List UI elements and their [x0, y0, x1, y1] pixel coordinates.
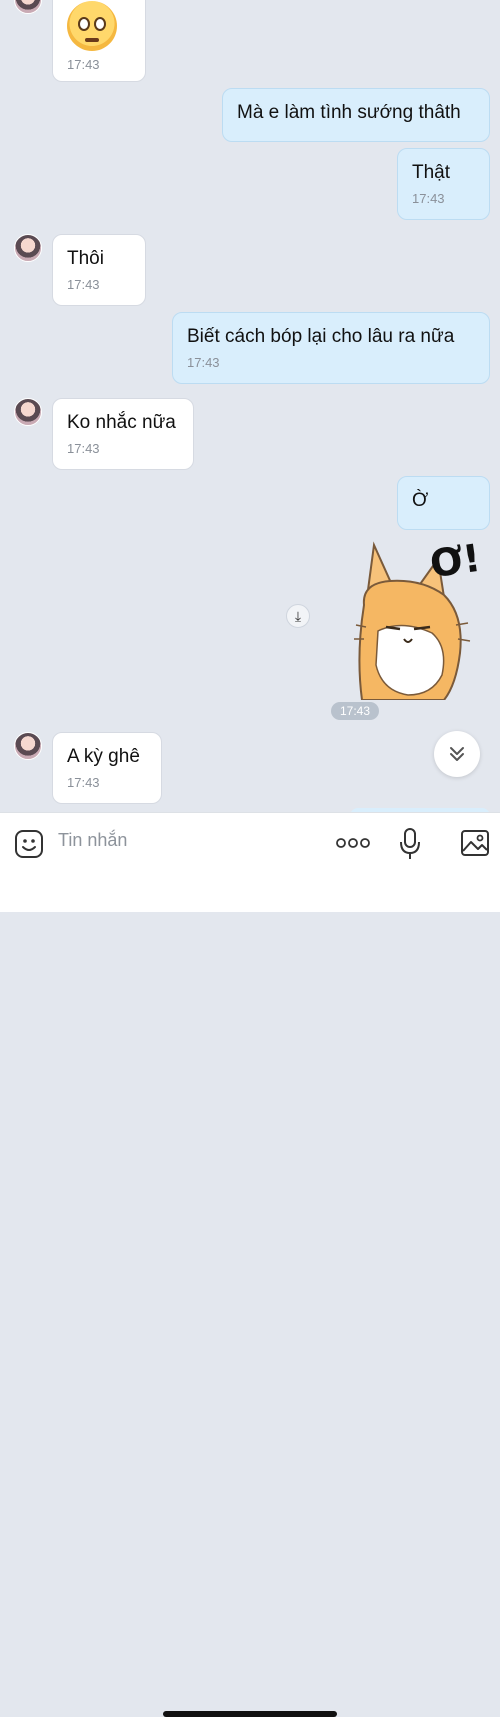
message-text: Thật — [412, 162, 451, 183]
message-text: Ko nhắc nữa — [67, 412, 176, 433]
message-input[interactable]: Tin nhắn — [58, 830, 127, 851]
chat-area[interactable]: 17:43 Mà e làm tình sướng thâth Thật 17:… — [0, 0, 500, 812]
message-time: 17:43 — [67, 775, 100, 790]
message-bubble-incoming[interactable]: Thôi 17:43 — [52, 234, 146, 306]
sticker-text: Ơ! — [427, 535, 484, 587]
message-bubble-incoming[interactable]: Ko nhắc nữa 17:43 — [52, 398, 194, 470]
avatar[interactable] — [14, 732, 42, 760]
message-bubble-incoming[interactable]: A kỳ ghê 17:43 — [52, 732, 162, 804]
message-text: Thôi — [67, 248, 104, 269]
more-options-icon[interactable] — [336, 837, 370, 849]
message-time: 17:43 — [67, 441, 100, 456]
download-icon[interactable]: ⤓ — [286, 604, 310, 628]
message-bubble-outgoing[interactable]: Thật 17:43 — [397, 148, 490, 220]
message-bubble-outgoing[interactable]: Ờ — [397, 476, 490, 530]
sticker-icon[interactable] — [14, 829, 44, 859]
message-time: 17:43 — [67, 277, 100, 292]
message-time: 17:43 — [67, 57, 100, 72]
message-composer: Tin nhắn — [0, 812, 500, 1717]
sticker-time: 17:43 — [331, 702, 379, 720]
avatar[interactable] — [14, 398, 42, 426]
fox-cat-sticker[interactable]: Ơ! — [352, 535, 492, 701]
microphone-icon[interactable] — [398, 827, 422, 861]
message-text: Ờ — [412, 490, 429, 511]
message-time: 17:43 — [187, 355, 220, 370]
chevron-double-down-icon — [450, 747, 464, 761]
worried-face-emoji-icon — [67, 1, 117, 51]
image-icon[interactable] — [460, 829, 490, 857]
message-bubble-outgoing[interactable]: Biết cách bóp lại cho lâu ra nữa 17:43 — [172, 312, 490, 384]
avatar[interactable] — [14, 0, 42, 14]
home-indicator — [163, 1711, 337, 1717]
message-time: 17:43 — [412, 191, 445, 206]
scroll-to-bottom-button[interactable] — [434, 731, 480, 777]
message-text: A kỳ ghê — [67, 746, 140, 767]
avatar[interactable] — [14, 234, 42, 262]
message-text: Mà e làm tình sướng thâth — [237, 102, 461, 123]
message-bubble-outgoing[interactable]: Mà e làm tình sướng thâth — [222, 88, 490, 142]
message-text: Biết cách bóp lại cho lâu ra nữa — [187, 326, 455, 347]
message-bubble-incoming[interactable]: 17:43 — [52, 0, 146, 82]
